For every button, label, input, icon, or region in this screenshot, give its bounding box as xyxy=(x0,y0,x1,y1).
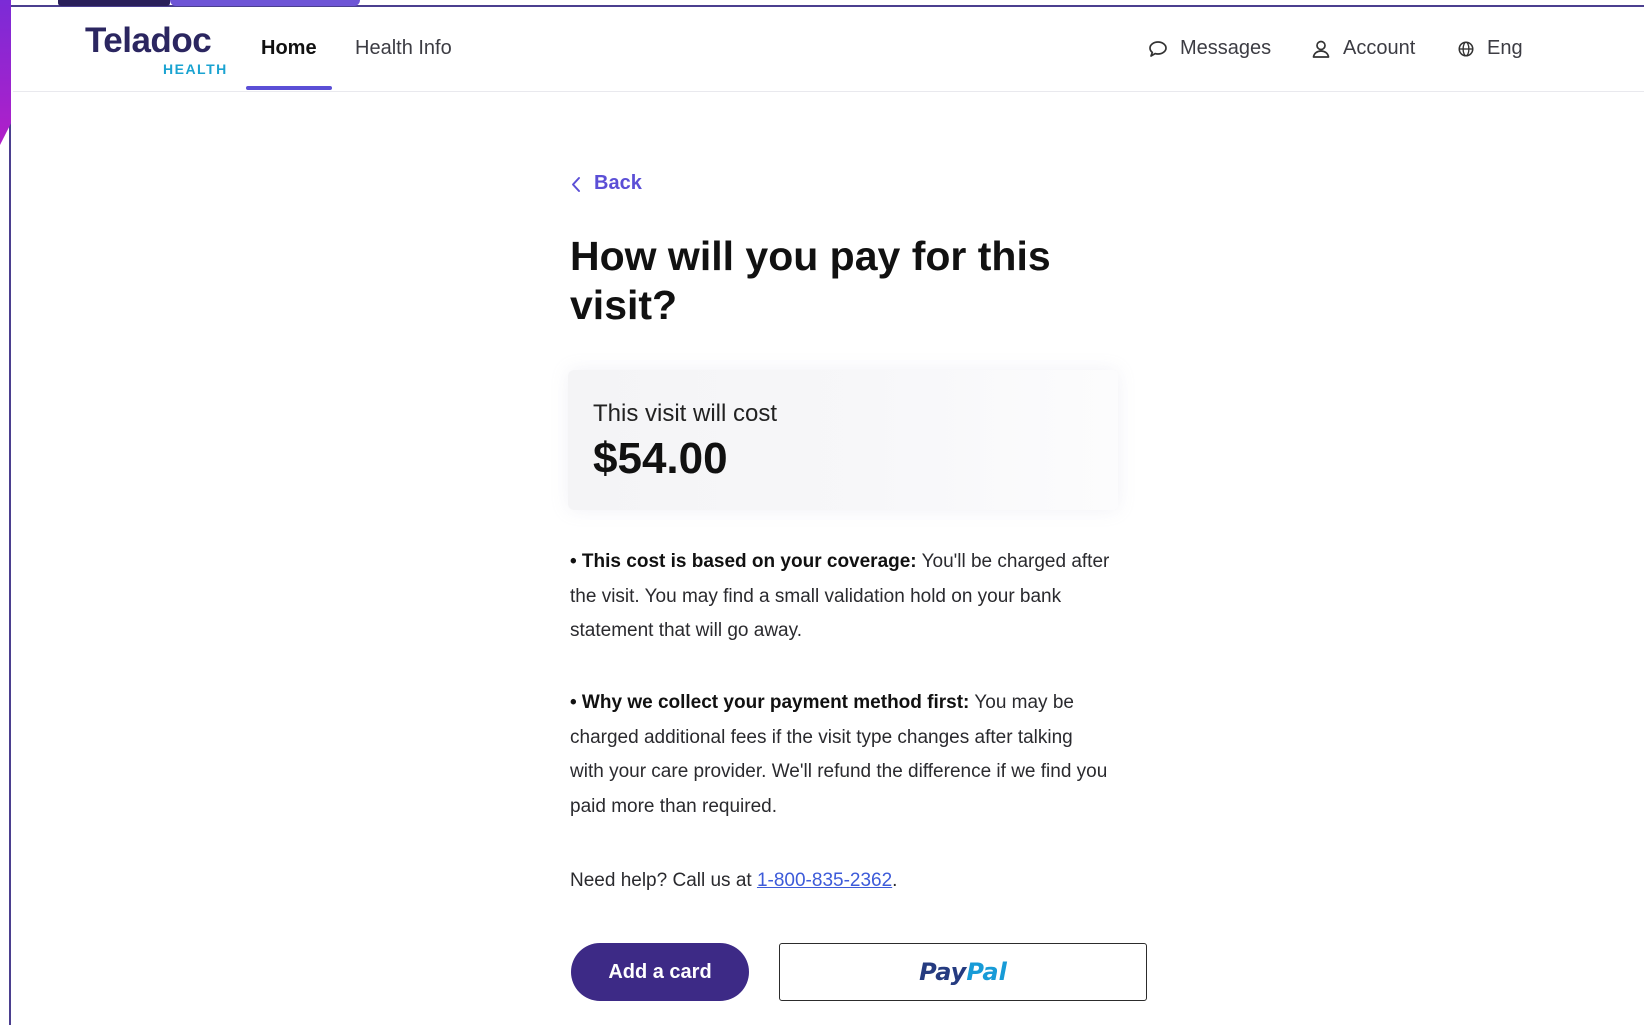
account-link[interactable]: Account xyxy=(1311,37,1415,60)
app-window: Teladoc HEALTH Home Health Info Messages… xyxy=(0,0,1644,1025)
payment-method-note-heading: • Why we collect your payment method fir… xyxy=(570,692,970,713)
window-top-strip xyxy=(0,0,1644,7)
cost-card: This visit will cost $54.00 xyxy=(568,370,1118,510)
chat-bubble-icon xyxy=(1149,40,1167,57)
language-label: Eng xyxy=(1487,37,1523,59)
paypal-logo-pal: Pal xyxy=(966,958,1007,986)
paypal-button[interactable]: PayPal xyxy=(779,943,1147,1001)
page-title: How will you pay for this visit? xyxy=(570,233,1051,328)
messages-label: Messages xyxy=(1180,37,1272,59)
globe-icon xyxy=(1458,40,1474,57)
teladoc-logo[interactable]: Teladoc HEALTH xyxy=(85,23,245,83)
help-phone-link[interactable]: 1-800-835-2362 xyxy=(757,870,892,891)
left-edge-accent xyxy=(0,0,11,145)
logo-subtext: HEALTH xyxy=(163,61,228,77)
window-left-edge xyxy=(0,0,11,1025)
coverage-note-heading: • This cost is based on your coverage: xyxy=(570,551,917,572)
help-prefix: Need help? Call us at xyxy=(570,870,757,891)
tab-home[interactable]: Home xyxy=(261,37,317,60)
person-icon xyxy=(1312,40,1330,58)
window-tab-dark xyxy=(58,0,170,6)
top-nav: Teladoc HEALTH Home Health Info Messages… xyxy=(13,9,1644,92)
window-tab-purple xyxy=(170,0,360,6)
cost-label: This visit will cost xyxy=(593,400,778,427)
help-suffix: . xyxy=(892,870,898,891)
tab-health-info[interactable]: Health Info xyxy=(355,37,452,60)
paypal-logo-pay: Pay xyxy=(919,958,967,986)
logo-wordmark: Teladoc xyxy=(85,21,212,60)
account-label: Account xyxy=(1343,37,1416,59)
active-tab-indicator xyxy=(246,86,332,90)
chevron-left-icon xyxy=(572,176,580,192)
coverage-note: • This cost is based on your coverage: Y… xyxy=(570,545,1110,649)
add-card-button[interactable]: Add a card xyxy=(571,943,749,1001)
language-selector[interactable]: Eng xyxy=(1457,37,1523,60)
back-label: Back xyxy=(594,172,642,194)
cost-value: $54.00 xyxy=(593,434,728,483)
messages-link[interactable]: Messages xyxy=(1148,37,1271,60)
back-link[interactable]: Back xyxy=(570,172,642,195)
paypal-logo: PayPal xyxy=(919,958,1007,986)
payment-method-note: • Why we collect your payment method fir… xyxy=(570,686,1110,824)
help-text: Need help? Call us at 1-800-835-2362. xyxy=(570,870,897,892)
